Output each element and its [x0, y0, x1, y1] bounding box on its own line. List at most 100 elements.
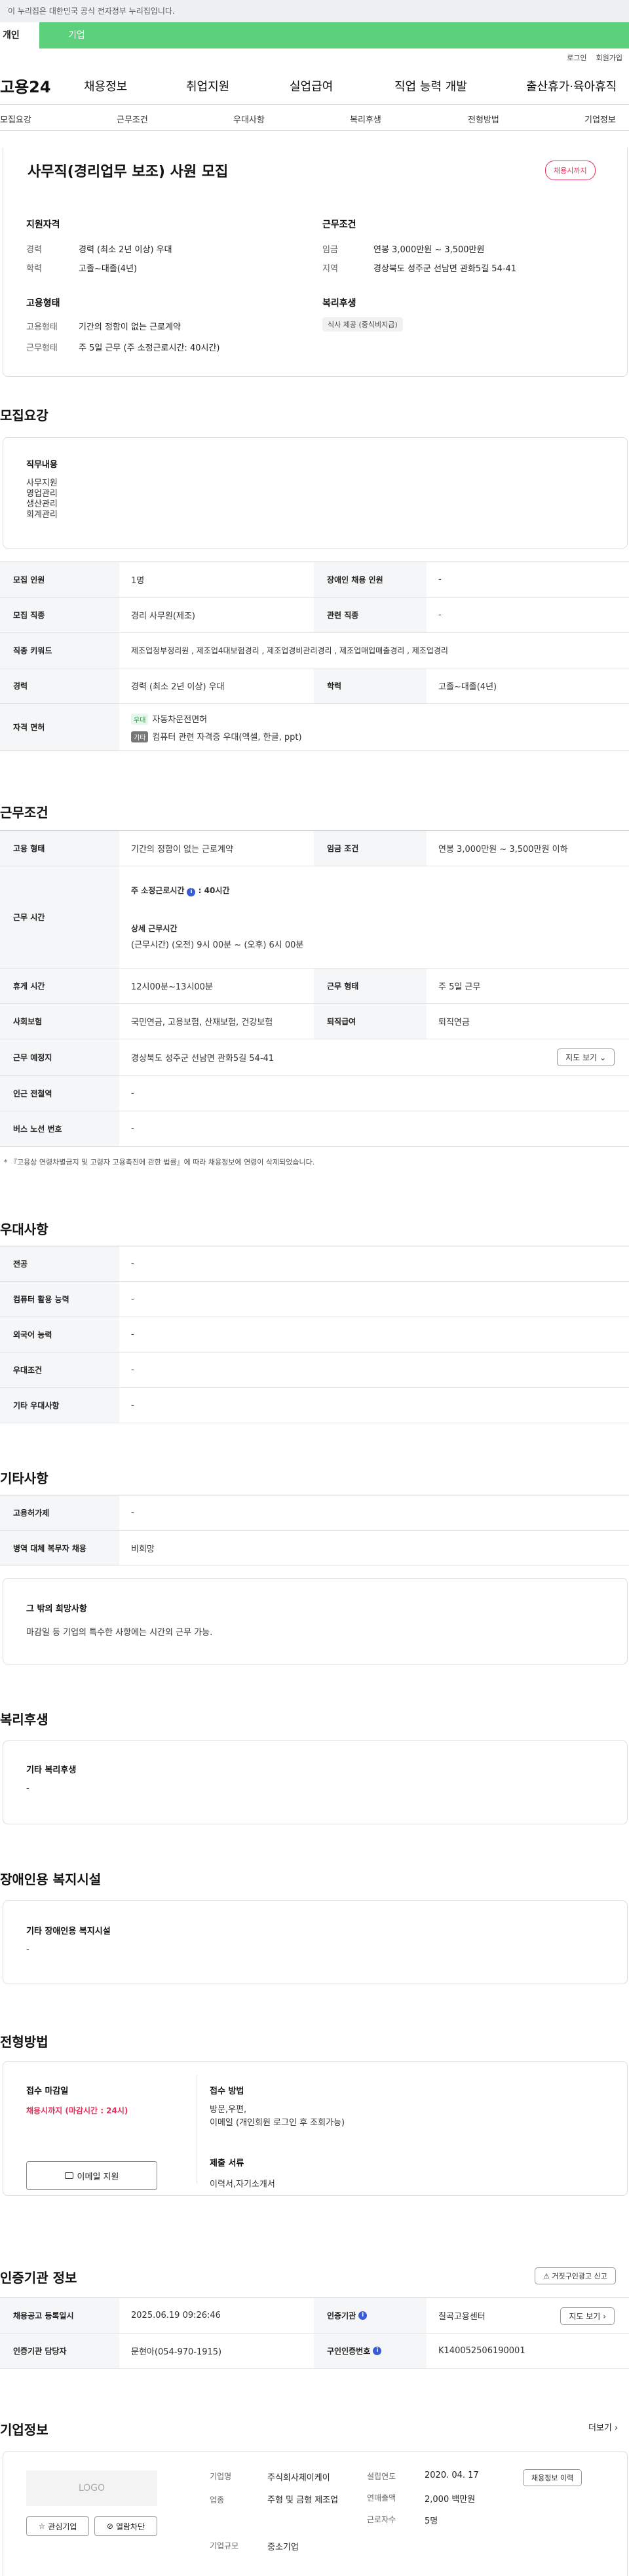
weekly-hours-title: 주 소정근로시간 — [131, 885, 185, 895]
global-nav: 고용24 채용정보 취업지원 실업급여 직업 능력 개발 출산휴가·육아휴직 — [0, 67, 629, 105]
company-name-label: 기업명 — [210, 2472, 232, 2481]
etc-section-title: 기타사항 — [0, 1471, 48, 1486]
license-2: 컴퓨터 관련 자격증 우대(엑셀, 한글, ppt) — [152, 732, 302, 742]
chevron-right-icon: › — [603, 2312, 606, 2321]
agency-label: 인증기관 — [327, 2311, 356, 2320]
facility-etc-title: 기타 장애인용 복지시설 — [26, 1927, 111, 1936]
anchor-process[interactable]: 전형방법 — [468, 113, 499, 125]
email-apply-button[interactable]: 이메일 지원 — [26, 2161, 157, 2190]
rest-label: 휴게 시간 — [0, 969, 119, 1003]
anchor-preference[interactable]: 우대사항 — [233, 113, 265, 125]
signup-link[interactable]: 회원가입 — [596, 52, 622, 63]
recruit-table: 모집 인원 1명 장애인 채용 인원 - 모집 직종 경리 사무원(제조) 관련… — [0, 562, 629, 751]
anchor-conditions[interactable]: 근무조건 — [117, 113, 148, 125]
docs-value: 이력서,자기소개서 — [210, 2180, 275, 2189]
docs-title: 제출 서류 — [210, 2159, 244, 2168]
computer-value: - — [131, 1294, 134, 1304]
mail-icon — [64, 2172, 73, 2179]
cond-heading: 근무조건 — [322, 220, 356, 230]
language-label: 외국어 능력 — [0, 1317, 119, 1352]
deadline-value: 채용시까지 (마감시간 : 24시) — [26, 2106, 128, 2115]
duty-item: 회계관리 — [26, 510, 58, 520]
industry-value: 주형 및 금형 제조업 — [267, 2495, 339, 2505]
license-label: 자격 면허 — [0, 704, 119, 750]
anchor-company[interactable]: 기업정보 — [584, 113, 616, 125]
etc-wish-box — [3, 1578, 628, 1664]
facility-box — [3, 1900, 628, 1984]
workplace-label: 근무 예정지 — [0, 1039, 119, 1075]
disabled-value: - — [438, 575, 442, 585]
company-more-link[interactable]: 더보기 › — [588, 2421, 618, 2433]
bus-value: - — [131, 1124, 134, 1134]
site-logo[interactable]: 고용24 — [0, 74, 79, 97]
deadline-title: 접수 마감일 — [26, 2086, 69, 2096]
employees-label: 근로자수 — [367, 2515, 396, 2524]
career-label: 경력 — [26, 245, 42, 255]
prefer-tag: 우대 — [131, 713, 149, 725]
tab-company[interactable]: 기업 — [39, 22, 629, 48]
welfare-tag: 식사 제공 (중식비지급) — [322, 317, 403, 332]
gnb-unemployment-benefit[interactable]: 실업급여 — [290, 77, 394, 94]
emp-type-label: 고용 형태 — [0, 831, 119, 866]
retirement-value: 퇴직연금 — [438, 1018, 470, 1028]
job-title: 사무직(경리업무 보조) 사원 모집 — [28, 164, 229, 180]
headcount-value: 1명 — [131, 576, 145, 586]
insurance-label: 사회보험 — [0, 1004, 119, 1039]
map-button[interactable]: 지도 보기 ⌄ — [557, 1048, 615, 1066]
worktime-label: 근무 시간 — [0, 866, 119, 968]
pref-cond-value: - — [131, 1365, 134, 1375]
pref-etc-label: 기타 우대사항 — [0, 1388, 119, 1423]
hiring-history-button[interactable]: 채용정보 이력 — [523, 2469, 582, 2486]
info-icon[interactable]: i — [373, 2347, 382, 2355]
work-label: 근무형태 — [26, 343, 58, 353]
gov-banner: 이 누리집은 대한민국 공식 전자정부 누리집입니다. — [0, 0, 629, 22]
wage-cond-label: 임금 조건 — [314, 831, 427, 866]
preference-section-title: 우대사항 — [0, 1221, 48, 1237]
company-section-title: 기업정보 — [0, 2422, 48, 2438]
cert-no-value: K140052506190001 — [438, 2346, 525, 2356]
anchor-recruit[interactable]: 모집요강 — [0, 113, 31, 125]
duty-item: 사무지원 — [26, 478, 58, 488]
report-button[interactable]: ⚠ 거짓구인광고 신고 — [535, 2267, 616, 2284]
conditions-section-title: 근무조건 — [0, 805, 48, 820]
welfare-etc-value: - — [26, 1784, 29, 1794]
weekly-hours-value: : 40시간 — [198, 885, 230, 895]
established-label: 설립연도 — [367, 2472, 396, 2481]
wage-cond-value: 연봉 3,000만원 ~ 3,500만원 이하 — [438, 845, 568, 855]
qual-heading: 지원자격 — [26, 220, 60, 230]
language-value: - — [131, 1330, 134, 1339]
favorite-company-button[interactable]: ☆ 관심기업 — [26, 2516, 89, 2536]
gnb-jobs[interactable]: 채용정보 — [84, 77, 186, 94]
industry-label: 업종 — [210, 2495, 225, 2505]
section-anchor-nav: 모집요강 근무조건 우대사항 복리후생 전형방법 기업정보 — [0, 105, 629, 131]
gnb-training[interactable]: 직업 능력 개발 — [394, 77, 526, 94]
emp-value: 기간의 정함이 없는 근로계약 — [79, 322, 181, 332]
keyword-value: 제조업정부정리원 , 제조업4대보험경리 , 제조업경비관리경리 , 제조업매입… — [131, 646, 448, 655]
edu-label: 학력 — [26, 264, 42, 274]
block-company-button[interactable]: ⊘ 열람차단 — [94, 2516, 157, 2536]
region-label: 지역 — [322, 264, 338, 274]
etc-tag: 기타 — [131, 731, 149, 742]
info-icon[interactable]: i — [187, 887, 196, 896]
facility-section-title: 장애인용 복지시설 — [0, 1872, 102, 1887]
star-icon: ☆ — [38, 2522, 46, 2531]
bus-label: 버스 노선 번호 — [0, 1111, 119, 1146]
login-link[interactable]: 로그인 — [567, 52, 586, 63]
info-icon[interactable]: i — [358, 2311, 368, 2320]
career-row-label: 경력 — [0, 668, 119, 703]
keyword-label: 직종 키워드 — [0, 633, 119, 668]
duty-list: 사무지원 영업관리 생산관리 회계관리 — [26, 478, 58, 520]
gnb-maternity[interactable]: 출산휴가·육아휴직 — [526, 77, 617, 94]
agency-map-button[interactable]: 지도 보기 › — [560, 2307, 615, 2325]
career-value: 경력 (최소 2년 이상) 우대 — [79, 245, 172, 255]
rest-value: 12시00분~13시00분 — [131, 982, 213, 992]
edu-row-label: 학력 — [314, 668, 427, 703]
company-size-label: 기업규모 — [210, 2541, 239, 2550]
welfare-etc-title: 기타 복리후생 — [26, 1765, 77, 1775]
tab-personal[interactable]: 개인 — [0, 22, 39, 48]
military-value: 비희망 — [131, 1545, 155, 1554]
wage-label: 임금 — [322, 245, 338, 255]
anchor-welfare[interactable]: 복리후생 — [350, 113, 381, 125]
gnb-employment-support[interactable]: 취업지원 — [186, 77, 290, 94]
welfare-heading: 복리후생 — [322, 298, 356, 309]
